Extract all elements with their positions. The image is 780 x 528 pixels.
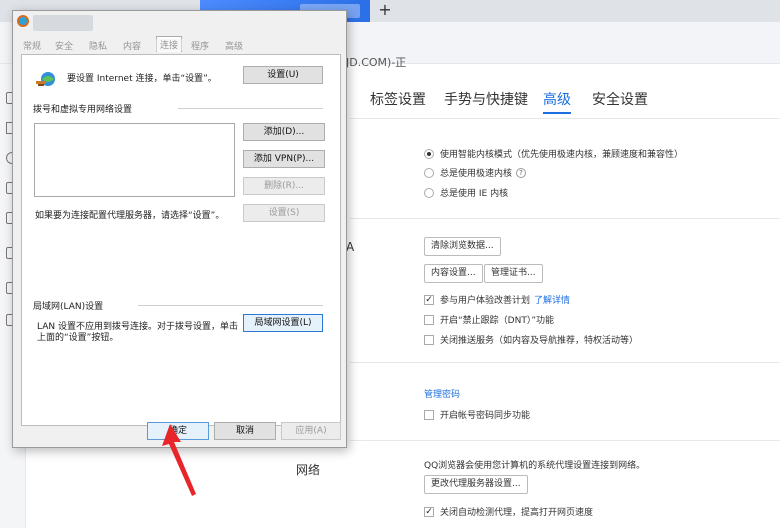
change-proxy-button[interactable]: 更改代理服务器设置... [424,475,528,494]
setup-instruction: 要设置 Internet 连接，单击“设置”。 [67,74,217,84]
manage-passwords-link[interactable]: 管理密码 [424,387,460,400]
tab-security-settings[interactable]: 安全设置 [592,89,648,109]
kernel-option-ie[interactable]: 总是使用 IE 内核 [424,186,508,199]
cancel-button[interactable]: 取消 [214,422,276,440]
annotation-arrow-icon [162,424,196,496]
connection-settings-button[interactable]: 设置(S) [243,204,325,222]
add-vpn-button[interactable]: 添加 VPN(P)... [243,150,325,168]
dialup-group-title: 拨号和虚拟专用网络设置 [33,105,133,115]
radio-unselected[interactable] [424,187,434,198]
checkbox-checked[interactable]: ✓ [424,294,434,305]
radio-unselected[interactable] [424,167,434,178]
proxy-hint: 如果要为连接配置代理服务器，请选择“设置”。 [35,211,225,221]
section-divider [350,218,780,219]
password-sync-checkbox[interactable]: 开启帐号密码同步功能 [424,408,530,421]
proxy-description: QQ浏览器会使用您计算机的系统代理设置连接到网络。 [424,461,646,471]
content-settings-button[interactable]: 内容设置... [424,264,483,283]
radio-selected[interactable] [424,148,434,159]
internet-options-dialog: 常规 安全 隐私 内容 连接 程序 高级 要设置 Internet 连接，单击“… [12,10,347,448]
new-tab-button[interactable]: + [376,1,394,19]
improvement-plan-checkbox[interactable]: ✓ 参与用户体验改善计划 了解详情 [424,293,570,306]
tab-labels-blur [21,39,271,51]
apply-button[interactable]: 应用(A) [281,422,341,440]
kernel-option-fast[interactable]: 总是使用极速内核 ? [424,166,527,179]
dialog-title-redacted [33,15,93,31]
connections-listbox[interactable] [34,123,235,197]
lan-text-line2: 上面的“设置”按钮。 [37,333,119,343]
tabs-divider [350,118,780,119]
checkbox-unchecked[interactable] [424,409,434,420]
checkbox-unchecked[interactable] [424,334,434,345]
delete-button[interactable]: 删除(R)... [243,177,325,195]
auto-detect-proxy-checkbox[interactable]: ✓ 关闭自动检测代理，提高打开网页速度 [424,505,593,518]
privacy-section-label-partial: A [346,240,355,254]
tab-gestures-shortcuts[interactable]: 手势与快捷键 [444,89,528,109]
lan-group-title: 局域网(LAN)设置 [33,302,104,312]
checkbox-checked[interactable]: ✓ [424,506,434,517]
active-tab-indicator [543,112,571,114]
group-line [178,108,323,109]
setup-button[interactable]: 设置(U) [243,66,323,84]
kernel-option-smart[interactable]: 使用智能内核模式（优先使用极速内核，兼顾速度和兼容性） [424,147,683,160]
dnt-checkbox[interactable]: 开启“禁止跟踪（DNT）”功能 [424,313,554,326]
push-service-checkbox[interactable]: 关闭推送服务（如内容及导航推荐，特权活动等） [424,333,638,346]
learn-more-link[interactable]: 了解详情 [534,293,570,306]
add-button[interactable]: 添加(D)... [243,123,325,141]
section-divider [350,440,780,441]
network-section-title: 网络 [296,463,321,477]
checkbox-unchecked[interactable] [424,314,434,325]
ie-icon [17,15,29,27]
clear-browsing-data-button[interactable]: 清除浏览数据... [424,237,501,256]
address-text[interactable]: JD.COM)-正 [346,54,406,70]
internet-globe-icon [36,72,55,86]
help-icon[interactable]: ? [516,167,527,178]
lan-settings-button[interactable]: 局域网设置(L) [243,314,323,332]
group-line [138,305,323,306]
section-divider [350,362,780,363]
manage-certificates-button[interactable]: 管理证书... [484,264,543,283]
tab-tab-settings[interactable]: 标签设置 [370,89,426,109]
tab-advanced[interactable]: 高级 [543,89,571,109]
